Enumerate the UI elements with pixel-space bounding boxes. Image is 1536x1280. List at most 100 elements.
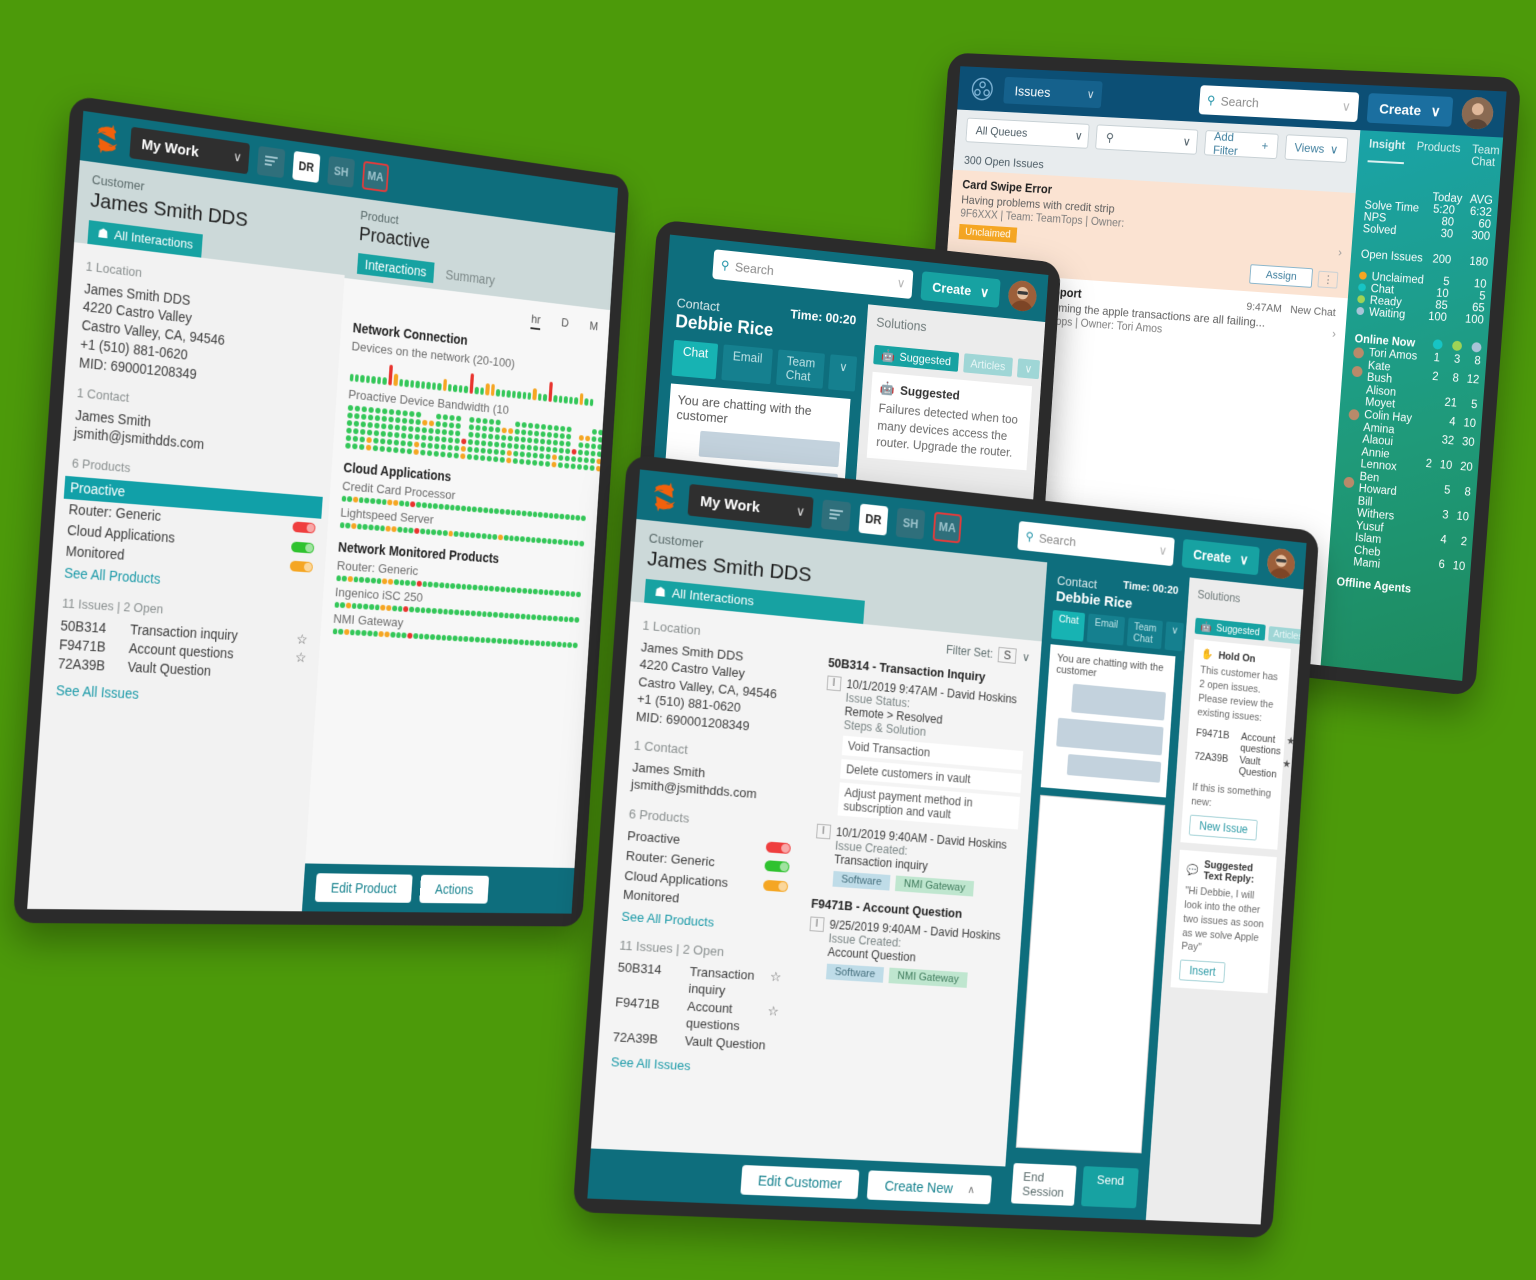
agent-count-waiting: 20 bbox=[1457, 461, 1473, 474]
interaction-type-icon: I bbox=[816, 824, 831, 840]
views-button[interactable]: Views ∨ bbox=[1284, 134, 1349, 163]
queue-select[interactable]: All Queues ∨ bbox=[965, 118, 1089, 149]
range-m[interactable]: M bbox=[589, 319, 599, 337]
filter-set-value: S bbox=[998, 647, 1017, 664]
agent-count-chat bbox=[1413, 512, 1428, 513]
agent-count-waiting: 2 bbox=[1451, 535, 1467, 548]
star-icon[interactable]: ★ bbox=[1282, 758, 1291, 771]
tab-products[interactable]: Products bbox=[1415, 141, 1461, 167]
actions-button[interactable]: Actions bbox=[419, 875, 489, 904]
tab-chat[interactable]: Chat bbox=[1051, 610, 1085, 642]
avatar bbox=[1353, 347, 1364, 359]
tab-team-chat[interactable]: Team Chat bbox=[1126, 618, 1163, 650]
avatar bbox=[1344, 476, 1355, 488]
agent-count-ready: 3 bbox=[1433, 508, 1449, 521]
edit-customer-button[interactable]: Edit Customer bbox=[740, 1165, 860, 1199]
tab-interactions[interactable]: Interactions bbox=[357, 253, 435, 283]
query-input[interactable]: ⚲ ∨ bbox=[1095, 124, 1198, 154]
tab-articles[interactable]: Articles bbox=[963, 353, 1013, 377]
user-avatar[interactable] bbox=[1266, 547, 1295, 580]
issue-time: 9:47AM bbox=[1246, 301, 1282, 315]
range-d[interactable]: D bbox=[561, 315, 570, 333]
tab-summary[interactable]: Summary bbox=[445, 267, 495, 288]
solution-card-hold-on: ✋ Hold On This customer has 2 open issue… bbox=[1181, 639, 1291, 849]
star-icon[interactable]: ☆ bbox=[295, 648, 307, 667]
agent-list: Tori Amos 1 3 8 Kate Bush 2 8 12 Alison Moyet 21 5… bbox=[1338, 346, 1481, 579]
session-chip-dr[interactable]: DR bbox=[292, 151, 320, 183]
star-icon[interactable]: ☆ bbox=[767, 1002, 779, 1020]
star-icon[interactable]: ☆ bbox=[770, 968, 782, 986]
see-all-issues-link[interactable]: See All Issues bbox=[610, 1054, 775, 1080]
more-menu-icon[interactable]: ⋮ bbox=[1318, 270, 1339, 288]
work-selector[interactable]: My Work ∨ bbox=[129, 127, 250, 175]
create-new-button[interactable]: Create New ∧ bbox=[867, 1170, 992, 1204]
agent-count-chat: 2 bbox=[1416, 457, 1432, 470]
app-logo-icon bbox=[92, 122, 122, 155]
tab-suggested[interactable]: 🤖 Suggested bbox=[873, 345, 958, 372]
session-chip-sh[interactable]: SH bbox=[896, 508, 926, 540]
queue-dot-chat bbox=[1358, 283, 1366, 291]
session-chip-sh[interactable]: SH bbox=[327, 156, 355, 188]
filter-set-label: Filter Set: bbox=[946, 643, 994, 661]
tag-nmi-gateway: NMI Gateway bbox=[888, 968, 967, 988]
end-session-button[interactable]: End Session bbox=[1011, 1163, 1077, 1206]
tab-email[interactable]: Email bbox=[722, 344, 773, 384]
chat-compose-input[interactable] bbox=[1016, 795, 1166, 1154]
chevron-right-icon[interactable]: › bbox=[1332, 327, 1337, 341]
tab-team-chat[interactable]: Team Chat bbox=[1471, 144, 1500, 169]
session-chip-ma[interactable]: MA bbox=[362, 161, 389, 193]
front-chat-transcript: You are chatting with the customer bbox=[1041, 644, 1176, 797]
issue-title: Transaction inquiry bbox=[688, 963, 759, 1002]
create-new-label: Create New bbox=[884, 1178, 953, 1196]
back-customer-column: Customer James Smith DDS ☗ All Interactio… bbox=[27, 160, 349, 911]
module-label: Issues bbox=[1014, 83, 1051, 100]
session-chip-ma[interactable]: MA bbox=[933, 512, 963, 544]
tab-email[interactable]: Email bbox=[1087, 614, 1125, 646]
star-icon[interactable]: ☆ bbox=[296, 630, 308, 649]
reply-icon: 💬 bbox=[1186, 863, 1199, 876]
tab-chat[interactable]: Chat bbox=[672, 340, 719, 380]
front-search-input[interactable]: ⚲ Search ∨ bbox=[1017, 521, 1175, 566]
user-avatar[interactable] bbox=[1461, 97, 1495, 130]
add-filter-button[interactable]: Add Filter + bbox=[1204, 130, 1279, 159]
screen-front: My Work ∨ DR SH MA ⚲ Search ∨ Create ∨ C… bbox=[587, 469, 1306, 1224]
tab-suggested[interactable]: 🤖 Suggested bbox=[1195, 618, 1266, 641]
edit-product-button[interactable]: Edit Product bbox=[314, 873, 412, 903]
chat-bubble bbox=[699, 431, 841, 467]
work-selector[interactable]: My Work ∨ bbox=[688, 484, 814, 529]
range-hr[interactable]: hr bbox=[531, 312, 541, 330]
tab-articles[interactable]: Articles bbox=[1268, 626, 1307, 645]
insert-button[interactable]: Insert bbox=[1179, 960, 1226, 984]
issues-create-button[interactable]: Create ∨ bbox=[1367, 93, 1454, 127]
mid-create-button[interactable]: Create ∨ bbox=[921, 271, 1001, 308]
assign-button[interactable]: Assign bbox=[1249, 264, 1313, 288]
front-create-button[interactable]: Create ∨ bbox=[1182, 539, 1260, 575]
session-chip-dr[interactable]: DR bbox=[858, 504, 888, 536]
see-all-issues-link[interactable]: See All Issues bbox=[55, 681, 304, 711]
tab-insight[interactable]: Insight bbox=[1368, 139, 1406, 165]
issues-search-input[interactable]: ⚲ Search ∨ bbox=[1199, 85, 1360, 122]
agent-name: Cheb Mami bbox=[1353, 545, 1405, 574]
solutions-tabs: 🤖 Suggested Articles ∨ bbox=[1195, 618, 1292, 644]
agent-count-chat: 2 bbox=[1423, 370, 1439, 383]
star-icon[interactable]: ★ bbox=[1286, 735, 1295, 748]
plus-icon: + bbox=[1261, 139, 1269, 153]
chevron-right-icon[interactable]: › bbox=[1338, 245, 1343, 259]
send-button[interactable]: Send bbox=[1081, 1166, 1139, 1208]
tab-team-chat[interactable]: Team Chat bbox=[776, 349, 825, 388]
agent-count-waiting: 10 bbox=[1449, 560, 1465, 573]
queue-lines-icon[interactable] bbox=[821, 499, 851, 531]
tab-more-chevron-down-icon[interactable]: ∨ bbox=[828, 354, 857, 391]
tab-more-chevron-down-icon[interactable]: ∨ bbox=[1165, 621, 1184, 651]
open-issues-today: 200 bbox=[1427, 253, 1451, 266]
queue-avg: 100 bbox=[1460, 313, 1484, 327]
solution-card-body: Failures detected when too many devices … bbox=[876, 400, 1023, 462]
agent-count-waiting: 30 bbox=[1458, 436, 1474, 449]
user-avatar[interactable] bbox=[1007, 279, 1037, 312]
tag-software: Software bbox=[826, 964, 884, 983]
queue-lines-icon[interactable] bbox=[257, 146, 286, 178]
chevron-down-icon: ∨ bbox=[1086, 87, 1095, 101]
module-selector[interactable]: Issues ∨ bbox=[1003, 77, 1102, 108]
tab-more-chevron-down-icon[interactable]: ∨ bbox=[1017, 358, 1040, 379]
new-issue-button[interactable]: New Issue bbox=[1189, 815, 1258, 841]
